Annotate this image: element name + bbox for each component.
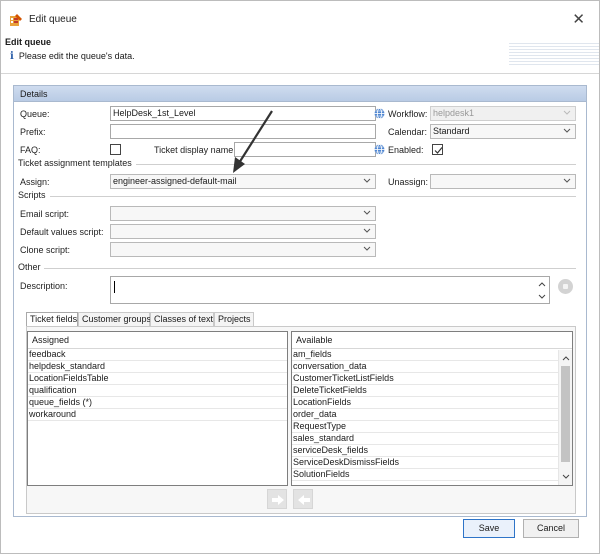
ticket-display-name-label: Ticket display name:	[154, 145, 236, 155]
email-script-select[interactable]	[110, 206, 376, 221]
arrow-left-icon	[298, 495, 310, 505]
default-values-script-select[interactable]	[110, 224, 376, 239]
tab-projects[interactable]: Projects	[214, 312, 254, 326]
workflow-select[interactable]: helpdesk1	[430, 106, 576, 121]
assigned-list-header: Assigned	[28, 332, 287, 349]
scripts-section-title: Scripts	[18, 190, 46, 200]
move-left-button[interactable]	[293, 489, 313, 509]
faq-label: FAQ:	[20, 145, 41, 155]
enabled-checkbox[interactable]	[432, 144, 443, 155]
info-icon: i	[10, 51, 14, 62]
globe-icon[interactable]	[374, 144, 385, 155]
chevron-down-icon	[563, 128, 571, 133]
dialog-heading: Edit queue	[5, 37, 52, 47]
assign-label: Assign:	[20, 177, 50, 187]
ticket-assignment-section-title: Ticket assignment templates	[18, 158, 132, 168]
list-item[interactable]: feedback	[28, 349, 287, 361]
arrow-right-icon	[272, 495, 284, 505]
available-list-header: Available	[292, 332, 572, 349]
list-item[interactable]: ServiceDeskDismissFields	[292, 457, 558, 469]
workflow-label: Workflow:	[388, 109, 428, 119]
list-item[interactable]: order_data	[292, 409, 558, 421]
chevron-down-icon[interactable]	[537, 292, 547, 302]
header-decoration	[509, 43, 599, 67]
list-item[interactable]: DeleteTicketFields	[292, 385, 558, 397]
list-item[interactable]: RequestType	[292, 421, 558, 433]
header-divider	[1, 73, 599, 74]
chevron-down-icon	[563, 178, 571, 183]
chevron-down-icon	[363, 228, 371, 233]
assign-template-select[interactable]: engineer-assigned-default-mail	[110, 174, 376, 189]
chevron-down-icon	[363, 246, 371, 251]
list-item[interactable]: helpdesk_standard	[28, 361, 287, 373]
prefix-label: Prefix:	[20, 127, 46, 137]
section-divider	[136, 164, 576, 165]
chevron-down-icon	[363, 210, 371, 215]
title-bar: Edit queue ✕	[1, 1, 599, 35]
list-item[interactable]: LocationFields	[292, 397, 558, 409]
chevron-down-icon[interactable]	[559, 471, 573, 483]
list-item[interactable]: CustomerTicketListFields	[292, 373, 558, 385]
list-item[interactable]: workaround	[28, 409, 287, 421]
clone-script-label: Clone script:	[20, 245, 71, 255]
save-button[interactable]: Save	[463, 519, 515, 538]
list-item[interactable]: qualification	[28, 385, 287, 397]
available-list-scrollbar[interactable]	[558, 350, 572, 485]
workflow-value: helpdesk1	[433, 108, 475, 118]
queue-name-input[interactable]: HelpDesk_1st_Level	[110, 106, 376, 121]
calendar-label: Calendar:	[388, 127, 428, 137]
unassign-template-select[interactable]	[430, 174, 576, 189]
list-item[interactable]: queue_fields (*)	[28, 397, 287, 409]
stop-button[interactable]	[558, 279, 573, 294]
window-title: Edit queue	[29, 14, 77, 25]
cancel-button[interactable]: Cancel	[523, 519, 579, 538]
list-item[interactable]: LocationFieldsTable	[28, 373, 287, 385]
move-right-button[interactable]	[267, 489, 287, 509]
chevron-up-icon[interactable]	[537, 279, 547, 289]
description-textarea[interactable]	[110, 276, 550, 304]
dialog-header: Edit queue i Please edit the queue's data…	[1, 35, 599, 71]
assigned-list[interactable]: Assigned feedback helpdesk_standard Loca…	[27, 331, 288, 486]
edit-queue-app-icon	[10, 14, 22, 26]
tab-classes-of-text[interactable]: Classes of text	[150, 312, 214, 326]
list-item[interactable]: am_fields	[292, 349, 558, 361]
details-panel: Details Queue: HelpDesk_1st_Level Workfl…	[13, 85, 587, 517]
scrollbar-thumb[interactable]	[561, 366, 570, 462]
unassign-label: Unassign:	[388, 177, 429, 187]
default-values-script-label: Default values script:	[20, 227, 104, 237]
ticket-display-name-input[interactable]	[234, 142, 376, 157]
tab-customer-groups[interactable]: Customer groups	[78, 312, 151, 326]
chevron-down-icon	[363, 178, 371, 183]
available-list[interactable]: Available am_fields conversation_data Cu…	[291, 331, 573, 486]
list-item[interactable]: serviceDesk_fields	[292, 445, 558, 457]
description-label: Description:	[20, 281, 68, 291]
globe-icon[interactable]	[374, 108, 385, 119]
prefix-input[interactable]	[110, 124, 376, 139]
calendar-select[interactable]: Standard	[430, 124, 576, 139]
queue-label: Queue:	[20, 109, 50, 119]
edit-queue-dialog: Edit queue ✕ Edit queue i Please edit the…	[0, 0, 600, 554]
section-divider	[44, 268, 576, 269]
close-icon[interactable]: ✕	[572, 10, 585, 28]
enabled-label: Enabled:	[388, 145, 424, 155]
list-item[interactable]: SolutionFields	[292, 469, 558, 481]
section-divider	[50, 196, 576, 197]
chevron-up-icon[interactable]	[559, 352, 573, 364]
calendar-value: Standard	[433, 126, 470, 136]
tab-ticket-fields[interactable]: Ticket fields	[26, 312, 78, 327]
clone-script-select[interactable]	[110, 242, 376, 257]
info-message: i Please edit the queue's data.	[10, 51, 135, 62]
assign-template-value: engineer-assigned-default-mail	[113, 176, 237, 186]
faq-checkbox[interactable]	[110, 144, 121, 155]
details-panel-title: Details	[14, 86, 586, 102]
ticket-fields-tab-panel: Assigned feedback helpdesk_standard Loca…	[26, 326, 576, 514]
other-section-title: Other	[18, 262, 41, 272]
email-script-label: Email script:	[20, 209, 70, 219]
text-cursor	[114, 281, 115, 293]
list-item[interactable]: sales_standard	[292, 433, 558, 445]
checkmark-icon	[434, 147, 443, 154]
list-item[interactable]: conversation_data	[292, 361, 558, 373]
chevron-down-icon	[563, 110, 571, 115]
info-text: Please edit the queue's data.	[18, 51, 135, 61]
